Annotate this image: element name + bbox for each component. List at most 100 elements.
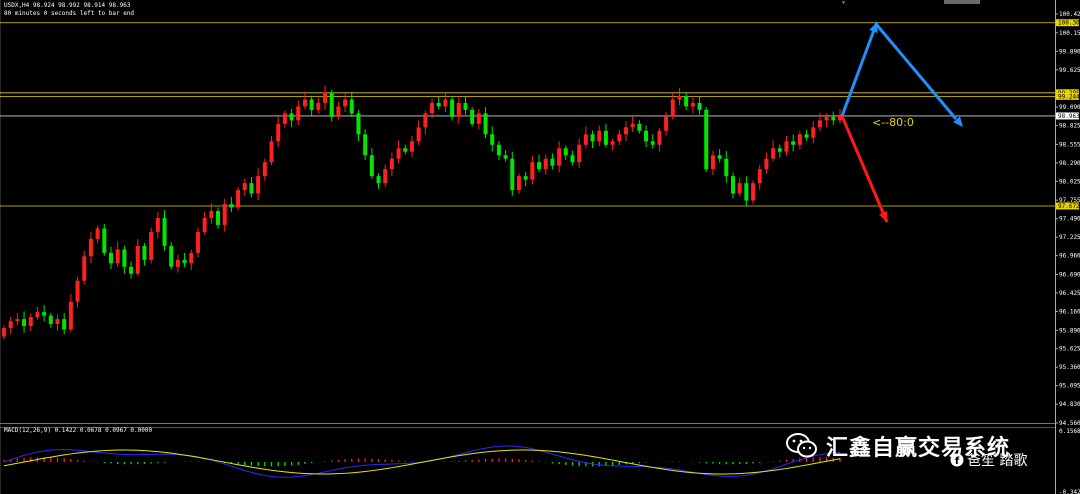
candle-body bbox=[516, 176, 521, 191]
candle-body bbox=[430, 102, 435, 114]
price-tick-label: 95.095 bbox=[1059, 383, 1080, 390]
watermark-author: f 爸笙 踏歌 bbox=[950, 450, 1027, 470]
candle-body bbox=[757, 169, 762, 184]
candle-body bbox=[102, 228, 107, 253]
candle-body bbox=[650, 141, 655, 145]
candle-body bbox=[236, 190, 241, 208]
candle-body bbox=[550, 158, 555, 166]
candle-body bbox=[764, 158, 769, 170]
price-tick-label: 99.625 bbox=[1059, 67, 1080, 74]
candle-body bbox=[804, 134, 809, 138]
candle-body bbox=[563, 148, 568, 156]
candle-body bbox=[684, 95, 689, 107]
price-tick-label: 98.555 bbox=[1059, 141, 1080, 148]
candle-body bbox=[583, 134, 588, 145]
candle-body bbox=[2, 328, 6, 337]
candle-body bbox=[797, 134, 802, 145]
candle-body bbox=[95, 228, 100, 239]
candle-body bbox=[269, 141, 274, 163]
facebook-icon: f bbox=[950, 453, 964, 467]
candle-body bbox=[510, 158, 515, 191]
candle-body bbox=[423, 113, 428, 128]
price-tick-label: 100.155 bbox=[1059, 30, 1080, 37]
candle-body bbox=[75, 280, 80, 302]
candle-body bbox=[42, 312, 47, 316]
candle-body bbox=[523, 176, 528, 180]
candle-body bbox=[503, 155, 508, 159]
candle-body bbox=[784, 141, 789, 152]
chart-frame bbox=[0, 0, 1056, 494]
candle-body bbox=[129, 266, 134, 274]
candle-body bbox=[617, 134, 622, 142]
candle-body bbox=[476, 113, 481, 124]
candle-body bbox=[15, 319, 20, 322]
candle-body bbox=[737, 183, 742, 194]
candle-body bbox=[744, 183, 749, 201]
candle-body bbox=[403, 148, 408, 152]
candle-body bbox=[644, 130, 649, 142]
candle-body bbox=[450, 99, 455, 117]
candle-body bbox=[8, 321, 13, 329]
price-tick-label: 99.090 bbox=[1059, 104, 1080, 111]
candle-body bbox=[630, 123, 635, 128]
candle-body bbox=[289, 113, 294, 121]
level-tag-label: 97.672 bbox=[1058, 203, 1080, 210]
candle-body bbox=[777, 148, 782, 152]
candle-body bbox=[249, 183, 254, 194]
candle-body bbox=[363, 134, 368, 156]
price-tick-label: 95.360 bbox=[1059, 364, 1080, 371]
candle-body bbox=[690, 102, 695, 107]
candle-body bbox=[48, 315, 53, 324]
candle-body bbox=[182, 259, 187, 264]
watermark: 汇鑫自赢交易系统 f 爸笙 踏歌 bbox=[786, 426, 1027, 469]
candle-body bbox=[195, 231, 200, 253]
candle-body bbox=[831, 116, 836, 121]
signal-line bbox=[3, 449, 841, 475]
candle-body bbox=[396, 148, 401, 159]
candle-body bbox=[202, 217, 207, 232]
candle-body bbox=[751, 183, 756, 201]
candle-body bbox=[456, 102, 461, 117]
price-tick-label: 96.160 bbox=[1059, 308, 1080, 315]
candle-body bbox=[483, 113, 488, 135]
candle-body bbox=[530, 162, 535, 180]
candle-body bbox=[603, 130, 608, 145]
candle-body bbox=[543, 158, 548, 170]
price-tick-label: 95.625 bbox=[1059, 346, 1080, 353]
price-tick-label: 96.690 bbox=[1059, 271, 1080, 278]
candle-body bbox=[409, 141, 414, 152]
candle-body bbox=[537, 162, 542, 170]
price-tick-label: 98.290 bbox=[1059, 160, 1080, 167]
price-tick-label: 98.025 bbox=[1059, 178, 1080, 185]
chart-window[interactable]: 100.425 100.155 99.890 99.625 99.090 98.825 98… bbox=[0, 0, 1080, 494]
macd-tick-label: 0.1568 bbox=[1059, 428, 1080, 435]
price-tick-label: 96.960 bbox=[1059, 253, 1080, 260]
chart-scroll-tab[interactable] bbox=[944, 0, 980, 4]
candle-body bbox=[356, 113, 361, 135]
candle-body bbox=[623, 127, 628, 135]
annotation-label: <--80:0 bbox=[872, 116, 914, 129]
wechat-icon bbox=[786, 433, 817, 458]
author-name: 爸笙 踏歌 bbox=[967, 453, 1028, 469]
candle-body bbox=[302, 99, 307, 107]
macd-label: MACD(12,26,9) 0.1422 0.0678 0.0967 0.000… bbox=[4, 427, 153, 434]
candle-body bbox=[316, 102, 321, 110]
candle-body bbox=[82, 256, 87, 281]
candle-body bbox=[557, 148, 562, 166]
candle-body bbox=[323, 92, 328, 103]
candle-body bbox=[704, 109, 709, 170]
candle-body bbox=[470, 109, 475, 124]
candle-body bbox=[162, 217, 167, 246]
candle-body bbox=[463, 102, 468, 110]
candle-body bbox=[296, 106, 301, 121]
arrow-up bbox=[840, 21, 879, 117]
candle-body bbox=[657, 130, 662, 145]
candle-body bbox=[209, 211, 214, 218]
candle-body bbox=[336, 106, 341, 117]
candle-body bbox=[62, 319, 67, 330]
price-axis: 100.425 100.155 99.890 99.625 99.090 98.825 98… bbox=[1055, 11, 1080, 427]
candle-body bbox=[149, 231, 154, 260]
candle-body bbox=[242, 183, 247, 191]
candle-body bbox=[276, 123, 281, 142]
price-chart[interactable]: 100.425 100.155 99.890 99.625 99.090 98.825 98… bbox=[0, 0, 1080, 494]
